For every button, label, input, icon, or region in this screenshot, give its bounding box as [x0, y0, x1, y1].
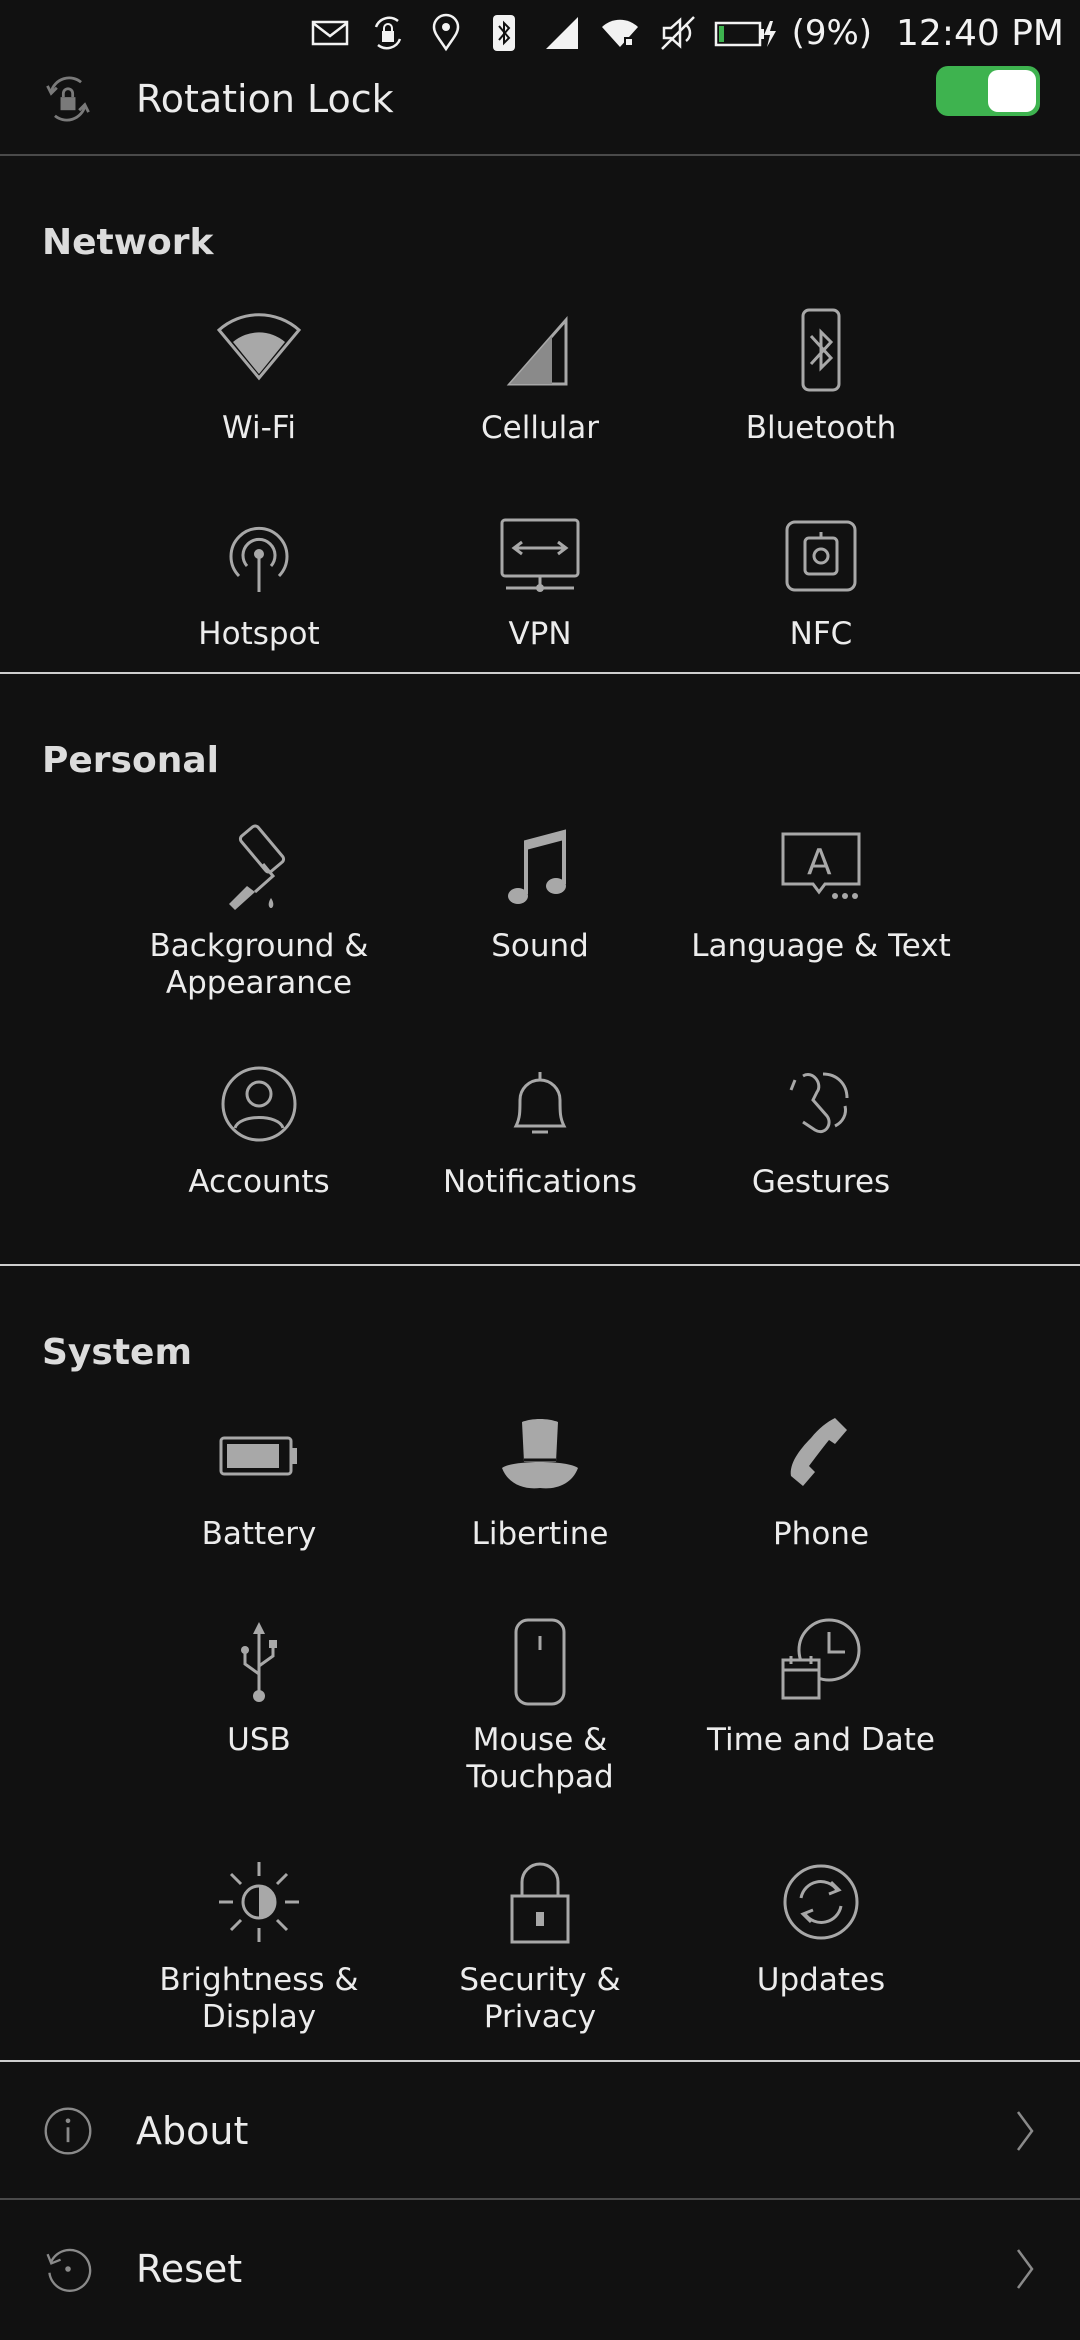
lock-icon [492, 1854, 588, 1950]
tile-label: Notifications [442, 1164, 638, 1200]
tile-wifi[interactable]: Wi-Fi [118, 302, 400, 447]
tile-accounts[interactable]: Accounts [118, 1056, 400, 1201]
account-icon [211, 1056, 307, 1152]
phone-icon [773, 1408, 869, 1504]
rotation-lock-row[interactable]: Rotation Lock [0, 44, 1080, 156]
toggle-knob [988, 70, 1036, 112]
tile-usb[interactable]: USB [118, 1614, 400, 1759]
about-label: About [136, 2109, 249, 2153]
info-icon [40, 2103, 96, 2159]
tile-label: Cellular [481, 410, 599, 446]
chevron-right-icon [1016, 2111, 1034, 2151]
battery-icon [211, 1408, 307, 1504]
gesture-icon [773, 1056, 869, 1152]
tile-vpn[interactable]: VPN [399, 508, 681, 653]
tile-time-date[interactable]: Time and Date [680, 1614, 962, 1759]
svg-text:A: A [807, 842, 832, 883]
tile-phone[interactable]: Phone [680, 1408, 962, 1553]
usb-icon [211, 1614, 307, 1710]
tile-label: Accounts [188, 1164, 330, 1200]
wifi-icon [211, 302, 307, 398]
tile-mouse-touchpad[interactable]: Mouse & Touchpad [399, 1614, 681, 1796]
tile-language-text[interactable]: A Language & Text [680, 820, 962, 965]
tile-notifications[interactable]: Notifications [399, 1056, 681, 1201]
reset-label: Reset [136, 2247, 243, 2291]
section-title-personal: Personal [42, 740, 219, 781]
tile-nfc[interactable]: NFC [680, 508, 962, 653]
bell-icon [492, 1056, 588, 1152]
cellular-icon [492, 302, 588, 398]
hotspot-icon [211, 508, 307, 604]
reset-icon [40, 2241, 96, 2297]
paint-roller-icon [211, 820, 307, 916]
tile-cellular[interactable]: Cellular [399, 302, 681, 447]
rotation-lock-toggle[interactable] [936, 66, 1040, 116]
tile-sound[interactable]: Sound [399, 820, 681, 965]
tile-label: Phone [772, 1516, 870, 1552]
tile-updates[interactable]: Updates [680, 1854, 962, 1999]
section-title-network: Network [42, 222, 214, 263]
tile-label: Battery [201, 1516, 317, 1552]
clock-calendar-icon [773, 1614, 869, 1710]
tile-battery[interactable]: Battery [118, 1408, 400, 1553]
tile-label: NFC [789, 616, 853, 652]
section-divider [0, 1264, 1080, 1266]
rotation-lock-label: Rotation Lock [136, 77, 394, 121]
tile-label: Libertine [471, 1516, 609, 1552]
vpn-icon [492, 508, 588, 604]
tile-label: Time and Date [707, 1722, 935, 1758]
tile-label: Mouse & Touchpad [466, 1722, 614, 1795]
about-row[interactable]: About [0, 2062, 1080, 2200]
mouse-icon [492, 1614, 588, 1710]
tile-label: Sound [491, 928, 589, 964]
tile-label: Bluetooth [745, 410, 897, 446]
reset-row[interactable]: Reset [0, 2200, 1080, 2338]
tile-bluetooth[interactable]: Bluetooth [680, 302, 962, 447]
section-divider [0, 672, 1080, 674]
chevron-right-icon [1016, 2249, 1034, 2289]
tile-brightness-display[interactable]: Brightness & Display [118, 1854, 400, 2036]
tile-libertine[interactable]: Libertine [399, 1408, 681, 1553]
tile-gestures[interactable]: Gestures [680, 1056, 962, 1201]
section-title-system: System [42, 1332, 192, 1373]
tile-background-appearance[interactable]: Background & Appearance [118, 820, 400, 1002]
brightness-icon [211, 1854, 307, 1950]
music-note-icon [492, 820, 588, 916]
tile-label: Wi-Fi [222, 410, 296, 446]
tile-hotspot[interactable]: Hotspot [118, 508, 400, 653]
tile-label: VPN [508, 616, 572, 652]
tile-label: Hotspot [198, 616, 320, 652]
tile-label: Security & Privacy [459, 1962, 621, 2035]
top-hat-icon [492, 1408, 588, 1504]
tile-security-privacy[interactable]: Security & Privacy [399, 1854, 681, 2036]
sync-icon [773, 1854, 869, 1950]
tile-label: Language & Text [691, 928, 951, 964]
tile-label: Gestures [751, 1164, 891, 1200]
tile-label: Background & Appearance [149, 928, 369, 1001]
language-icon: A [773, 820, 869, 916]
tile-label: Updates [756, 1962, 886, 1998]
nfc-icon [773, 508, 869, 604]
bluetooth-icon [773, 302, 869, 398]
rotation-lock-icon [38, 69, 98, 129]
tile-label: Brightness & Display [159, 1962, 359, 2035]
tile-label: USB [227, 1722, 291, 1758]
